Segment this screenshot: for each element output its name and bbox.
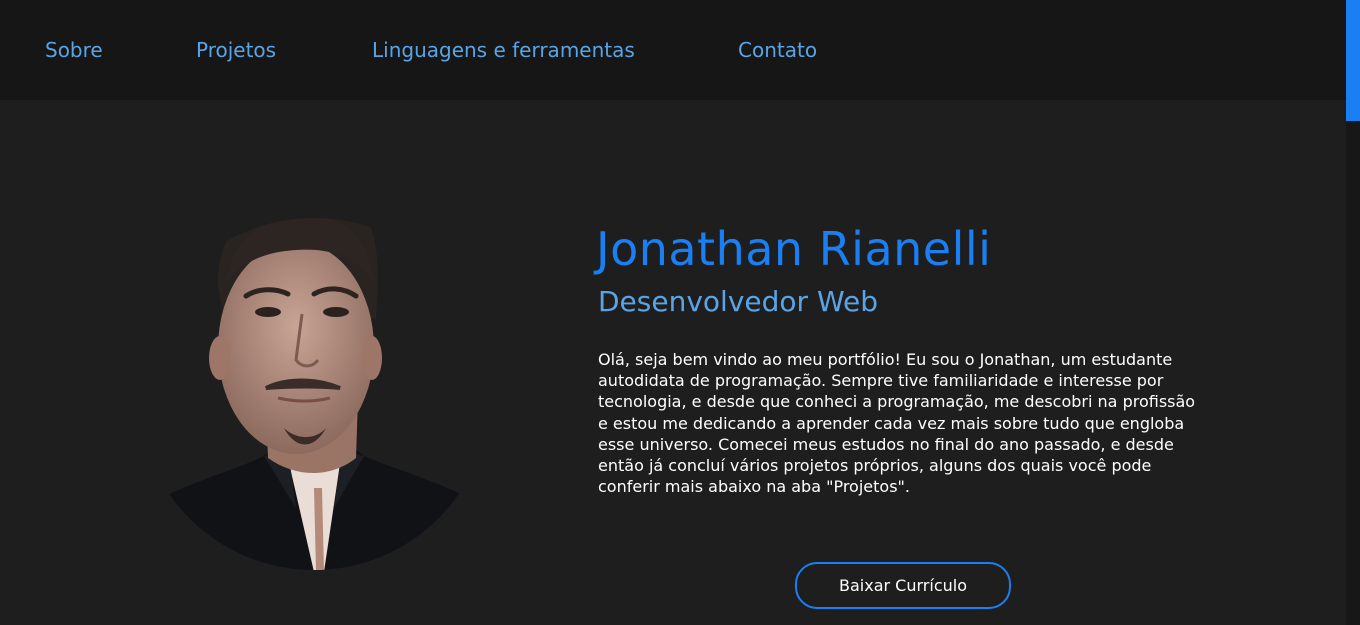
scrollbar-thumb[interactable] (1346, 0, 1360, 121)
download-cv-button[interactable]: Baixar Currículo (795, 562, 1011, 609)
nav-link-contato[interactable]: Contato (738, 38, 817, 62)
nav-link-sobre[interactable]: Sobre (45, 38, 103, 62)
nav-link-projetos[interactable]: Projetos (196, 38, 276, 62)
profile-photo (146, 188, 482, 572)
top-navbar: Sobre Projetos Linguagens e ferramentas … (0, 0, 1346, 100)
profile-role: Desenvolvedor Web (598, 285, 878, 318)
profile-name: Jonathan Rianelli (596, 222, 992, 276)
page-scrollbar[interactable] (1346, 0, 1360, 625)
nav-link-linguagens[interactable]: Linguagens e ferramentas (372, 38, 635, 62)
profile-bio: Olá, seja bem vindo ao meu portfólio! Eu… (598, 350, 1196, 497)
